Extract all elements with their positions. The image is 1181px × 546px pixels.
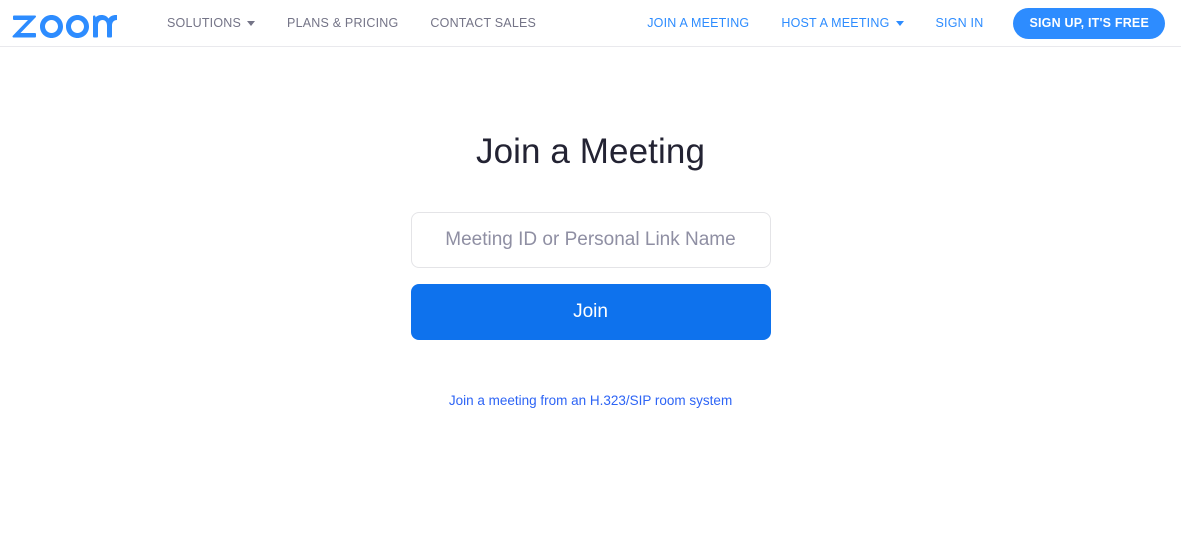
zoom-logo[interactable]: [12, 8, 119, 38]
h323-sip-room-system-link[interactable]: Join a meeting from an H.323/SIP room sy…: [449, 393, 732, 408]
meeting-id-input[interactable]: [410, 212, 771, 268]
nav-item-host-a-meeting-label: HOST A MEETING: [781, 16, 890, 30]
nav-item-solutions[interactable]: SOLUTIONS: [151, 0, 271, 46]
nav-item-solutions-label: SOLUTIONS: [167, 16, 242, 30]
nav-item-contact-sales-label: CONTACT SALES: [430, 16, 537, 30]
nav-item-sign-in-label: SIGN IN: [935, 16, 984, 30]
nav-item-sign-in[interactable]: SIGN IN: [920, 0, 1000, 46]
zoom-wordmark-icon: [12, 15, 117, 38]
sign-up-button-label: SIGN UP, IT'S FREE: [1029, 16, 1149, 30]
sign-up-button[interactable]: SIGN UP, IT'S FREE: [1013, 7, 1165, 39]
nav-item-host-a-meeting[interactable]: HOST A MEETING: [765, 0, 919, 46]
join-meeting-form: Join: [410, 212, 771, 340]
nav-item-join-a-meeting[interactable]: JOIN A MEETING: [631, 0, 765, 46]
nav-item-join-a-meeting-label: JOIN A MEETING: [647, 16, 750, 30]
main-content: Join a Meeting Join Join a meeting from …: [0, 47, 1181, 408]
site-header: SOLUTIONS PLANS & PRICING CONTACT SALES …: [0, 0, 1181, 47]
join-button[interactable]: Join: [410, 284, 771, 340]
nav-item-plans-pricing-label: PLANS & PRICING: [287, 16, 399, 30]
chevron-down-icon: [895, 20, 904, 26]
nav-item-contact-sales[interactable]: CONTACT SALES: [414, 0, 552, 46]
chevron-down-icon: [247, 20, 256, 26]
nav-item-plans-pricing[interactable]: PLANS & PRICING: [271, 0, 414, 46]
page-title: Join a Meeting: [475, 132, 706, 171]
primary-nav: SOLUTIONS PLANS & PRICING CONTACT SALES: [151, 0, 552, 46]
account-nav: JOIN A MEETING HOST A MEETING SIGN IN SI…: [631, 0, 1165, 46]
